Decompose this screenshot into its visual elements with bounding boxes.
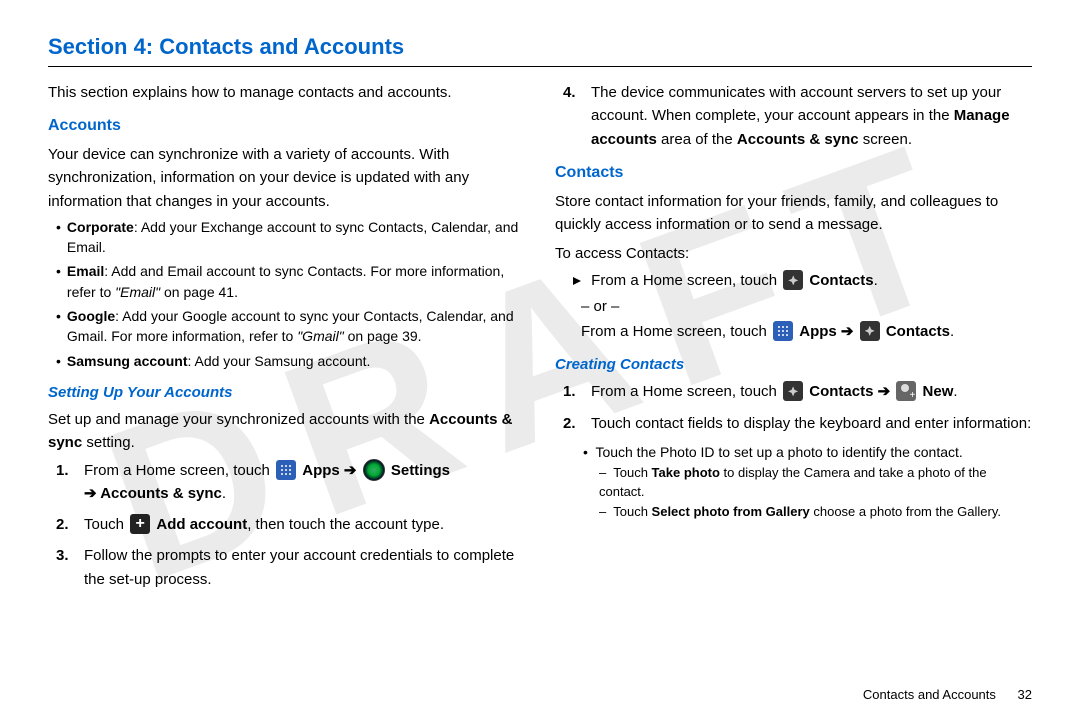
contacts-icon (783, 381, 803, 401)
sub-dash-take-photo: – Touch Take photo to display the Camera… (599, 464, 1032, 500)
contacts-para: Store contact information for your frien… (555, 190, 1032, 237)
sub-dash-select-gallery: – Touch Select photo from Gallery choose… (599, 503, 1032, 521)
setup-step-1: 1. From a Home screen, touch Apps ➔ Sett… (56, 459, 525, 506)
footer-section: Contacts and Accounts (863, 687, 996, 702)
left-column: This section explains how to manage cont… (48, 81, 525, 599)
contacts-access-line1: From a Home screen, touch Contacts. (565, 269, 1032, 292)
page-content: Section 4: Contacts and Accounts This se… (0, 0, 1080, 619)
create-step-1: 1. From a Home screen, touch Contacts ➔ … (563, 380, 1032, 403)
contacts-icon (783, 270, 803, 290)
settings-icon (363, 459, 385, 481)
setup-step-4: 4. The device communicates with account … (563, 81, 1032, 151)
marker-icon (571, 269, 583, 292)
page-footer: Contacts and Accounts 32 (863, 687, 1032, 702)
bullet-corporate: • Corporate: Add your Exchange account t… (56, 217, 525, 258)
bullet-email: • Email: Add and Email account to sync C… (56, 261, 525, 302)
bullet-samsung: • Samsung account: Add your Samsung acco… (56, 351, 525, 371)
or-separator: – or – (581, 295, 1032, 318)
accounts-heading: Accounts (48, 114, 525, 139)
create-step-2: 2. Touch contact fields to display the k… (563, 412, 1032, 435)
setup-para: Set up and manage your synchronized acco… (48, 408, 525, 455)
section-title: Section 4: Contacts and Accounts (48, 34, 1032, 60)
apps-icon (276, 460, 296, 480)
contacts-access-line2: From a Home screen, touch Apps ➔ Contact… (581, 320, 1032, 343)
setup-heading: Setting Up Your Accounts (48, 381, 525, 404)
new-contact-icon (896, 381, 916, 401)
apps-icon (773, 321, 793, 341)
bullet-google: • Google: Add your Google account to syn… (56, 306, 525, 347)
contacts-access: To access Contacts: (555, 242, 1032, 265)
creating-contacts-heading: Creating Contacts (555, 353, 1032, 376)
contacts-heading: Contacts (555, 161, 1032, 186)
setup-step-3: 3. Follow the prompts to enter your acco… (56, 544, 525, 591)
accounts-para: Your device can synchronize with a varie… (48, 143, 525, 213)
sub-bullet-photo-id: • Touch the Photo ID to set up a photo t… (583, 443, 1032, 463)
title-rule (48, 66, 1032, 67)
setup-step-2: 2. Touch + Add account, then touch the a… (56, 513, 525, 536)
intro-text: This section explains how to manage cont… (48, 81, 525, 104)
footer-page-number: 32 (1018, 687, 1032, 702)
contacts-icon (860, 321, 880, 341)
right-column: 4. The device communicates with account … (555, 81, 1032, 599)
plus-icon: + (130, 514, 150, 534)
